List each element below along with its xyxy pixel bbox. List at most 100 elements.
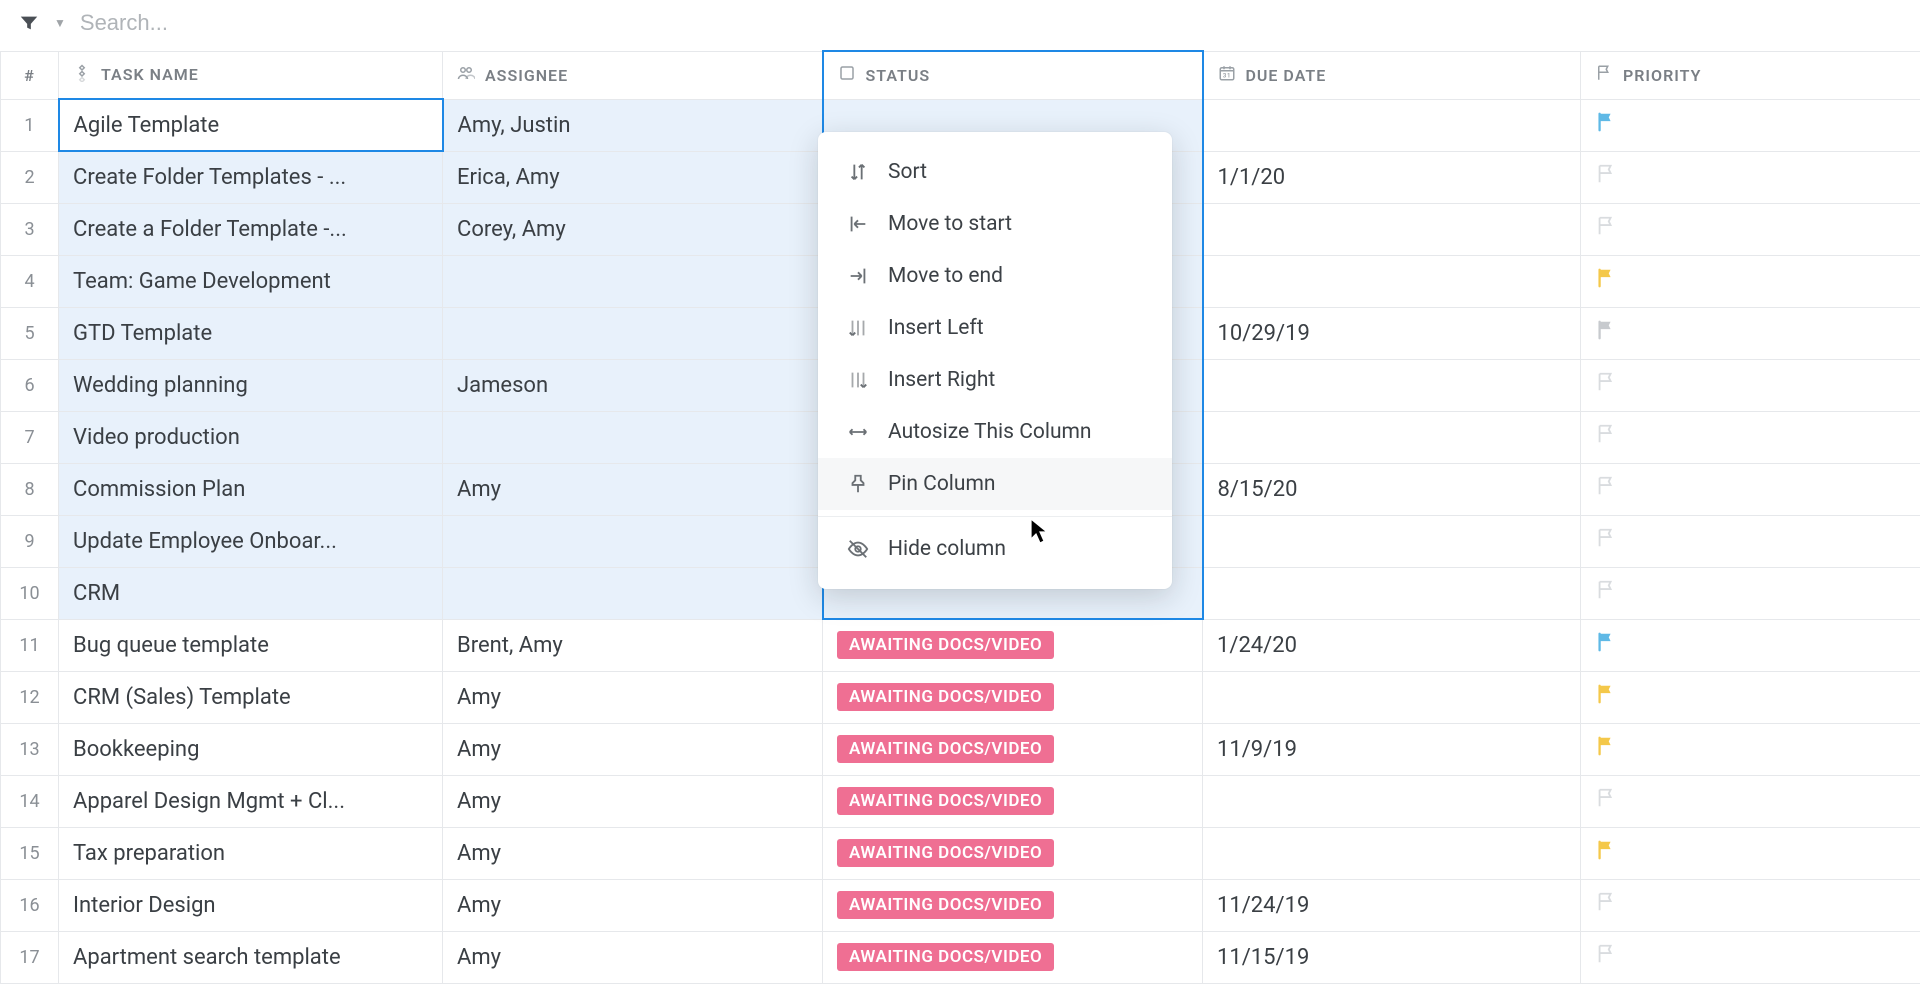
task-name-cell[interactable]: CRM — [59, 567, 443, 619]
assignee-cell[interactable]: Amy, Justin — [443, 99, 823, 151]
column-header-priority[interactable]: PRIORITY — [1581, 51, 1920, 99]
assignee-cell[interactable]: Corey, Amy — [443, 203, 823, 255]
task-name-cell[interactable]: Update Employee Onboar... — [59, 515, 443, 567]
task-name-cell[interactable]: Video production — [59, 411, 443, 463]
task-name-cell[interactable]: Create a Folder Template -... — [59, 203, 443, 255]
due-date-cell[interactable] — [1203, 827, 1581, 879]
task-name-text: Create Folder Templates - ... — [73, 165, 346, 190]
priority-cell[interactable] — [1581, 411, 1920, 463]
due-date-cell[interactable] — [1203, 775, 1581, 827]
table-row[interactable]: 12CRM (Sales) TemplateAmyAWAITING DOCS/V… — [1, 671, 1920, 723]
task-name-cell[interactable]: Create Folder Templates - ... — [59, 151, 443, 203]
context-menu-sort[interactable]: Sort — [818, 146, 1172, 198]
assignee-cell[interactable] — [443, 515, 823, 567]
column-header-status[interactable]: STATUS — [823, 51, 1203, 99]
due-date-cell[interactable]: 11/15/19 — [1203, 931, 1581, 983]
context-menu-hide-column[interactable]: Hide column — [818, 523, 1172, 575]
filter-icon[interactable] — [18, 12, 40, 34]
due-date-cell[interactable] — [1203, 359, 1581, 411]
priority-cell[interactable] — [1581, 203, 1920, 255]
priority-cell[interactable] — [1581, 671, 1920, 723]
column-header-number[interactable]: # — [1, 51, 59, 99]
column-header-due-date[interactable]: 31 DUE DATE — [1203, 51, 1581, 99]
due-date-cell[interactable]: 1/1/20 — [1203, 151, 1581, 203]
context-menu-autosize-column[interactable]: Autosize This Column — [818, 406, 1172, 458]
priority-cell[interactable] — [1581, 99, 1920, 151]
table-row[interactable]: 17Apartment search templateAmyAWAITING D… — [1, 931, 1920, 983]
due-date-cell[interactable]: 10/29/19 — [1203, 307, 1581, 359]
context-menu-move-to-end[interactable]: Move to end — [818, 250, 1172, 302]
due-date-cell[interactable] — [1203, 99, 1581, 151]
priority-cell[interactable] — [1581, 775, 1920, 827]
due-date-cell[interactable] — [1203, 411, 1581, 463]
task-name-cell[interactable]: Bug queue template — [59, 619, 443, 671]
assignee-cell[interactable]: Erica, Amy — [443, 151, 823, 203]
assignee-cell[interactable] — [443, 255, 823, 307]
due-date-cell[interactable] — [1203, 567, 1581, 619]
assignee-cell[interactable]: Amy — [443, 931, 823, 983]
table-row[interactable]: 16Interior DesignAmyAWAITING DOCS/VIDEO1… — [1, 879, 1920, 931]
priority-cell[interactable] — [1581, 827, 1920, 879]
task-name-cell[interactable]: CRM (Sales) Template — [59, 671, 443, 723]
column-header-task-name[interactable]: TASK NAME — [59, 51, 443, 99]
table-row[interactable]: 14Apparel Design Mgmt + Cl...AmyAWAITING… — [1, 775, 1920, 827]
assignee-cell[interactable]: Amy — [443, 723, 823, 775]
due-date-cell[interactable] — [1203, 515, 1581, 567]
assignee-cell[interactable]: Amy — [443, 827, 823, 879]
priority-cell[interactable] — [1581, 619, 1920, 671]
assignee-cell[interactable]: Amy — [443, 879, 823, 931]
priority-cell[interactable] — [1581, 567, 1920, 619]
status-cell[interactable]: AWAITING DOCS/VIDEO — [823, 671, 1203, 723]
task-name-cell[interactable]: Wedding planning — [59, 359, 443, 411]
assignee-cell[interactable] — [443, 307, 823, 359]
context-menu-insert-right[interactable]: Insert Right — [818, 354, 1172, 406]
context-menu-move-to-start[interactable]: Move to start — [818, 198, 1172, 250]
assignee-cell[interactable]: Brent, Amy — [443, 619, 823, 671]
priority-cell[interactable] — [1581, 515, 1920, 567]
task-name-cell[interactable]: Tax preparation — [59, 827, 443, 879]
priority-cell[interactable] — [1581, 151, 1920, 203]
context-menu-pin-column[interactable]: Pin Column — [818, 458, 1172, 510]
column-header-assignee[interactable]: ASSIGNEE — [443, 51, 823, 99]
filter-dropdown-caret-icon[interactable]: ▼ — [54, 16, 66, 30]
task-name-cell[interactable]: Agile Template — [59, 99, 443, 151]
status-cell[interactable]: AWAITING DOCS/VIDEO — [823, 827, 1203, 879]
search-input[interactable] — [80, 10, 368, 36]
task-name-cell[interactable]: Apparel Design Mgmt + Cl... — [59, 775, 443, 827]
priority-cell[interactable] — [1581, 307, 1920, 359]
table-row[interactable]: 13BookkeepingAmyAWAITING DOCS/VIDEO11/9/… — [1, 723, 1920, 775]
due-date-cell[interactable] — [1203, 671, 1581, 723]
task-name-cell[interactable]: Interior Design — [59, 879, 443, 931]
task-name-cell[interactable]: Commission Plan — [59, 463, 443, 515]
table-row[interactable]: 11Bug queue templateBrent, AmyAWAITING D… — [1, 619, 1920, 671]
priority-cell[interactable] — [1581, 463, 1920, 515]
status-cell[interactable]: AWAITING DOCS/VIDEO — [823, 775, 1203, 827]
due-date-cell[interactable]: 1/24/20 — [1203, 619, 1581, 671]
table-row[interactable]: 15Tax preparationAmyAWAITING DOCS/VIDEO — [1, 827, 1920, 879]
priority-cell[interactable] — [1581, 255, 1920, 307]
task-name-cell[interactable]: Apartment search template — [59, 931, 443, 983]
context-menu-insert-left[interactable]: Insert Left — [818, 302, 1172, 354]
assignee-cell[interactable]: Jameson — [443, 359, 823, 411]
task-name-cell[interactable]: Bookkeeping — [59, 723, 443, 775]
assignee-cell[interactable]: Amy — [443, 463, 823, 515]
assignee-cell[interactable] — [443, 411, 823, 463]
task-name-cell[interactable]: GTD Template — [59, 307, 443, 359]
status-cell[interactable]: AWAITING DOCS/VIDEO — [823, 879, 1203, 931]
task-name-cell[interactable]: Team: Game Development — [59, 255, 443, 307]
priority-cell[interactable] — [1581, 723, 1920, 775]
assignee-cell[interactable]: Amy — [443, 671, 823, 723]
due-date-cell[interactable] — [1203, 203, 1581, 255]
status-cell[interactable]: AWAITING DOCS/VIDEO — [823, 931, 1203, 983]
status-cell[interactable]: AWAITING DOCS/VIDEO — [823, 723, 1203, 775]
assignee-cell[interactable] — [443, 567, 823, 619]
due-date-cell[interactable]: 8/15/20 — [1203, 463, 1581, 515]
priority-cell[interactable] — [1581, 879, 1920, 931]
due-date-cell[interactable]: 11/9/19 — [1203, 723, 1581, 775]
due-date-cell[interactable] — [1203, 255, 1581, 307]
priority-cell[interactable] — [1581, 931, 1920, 983]
status-cell[interactable]: AWAITING DOCS/VIDEO — [823, 619, 1203, 671]
priority-cell[interactable] — [1581, 359, 1920, 411]
assignee-cell[interactable]: Amy — [443, 775, 823, 827]
due-date-cell[interactable]: 11/24/19 — [1203, 879, 1581, 931]
